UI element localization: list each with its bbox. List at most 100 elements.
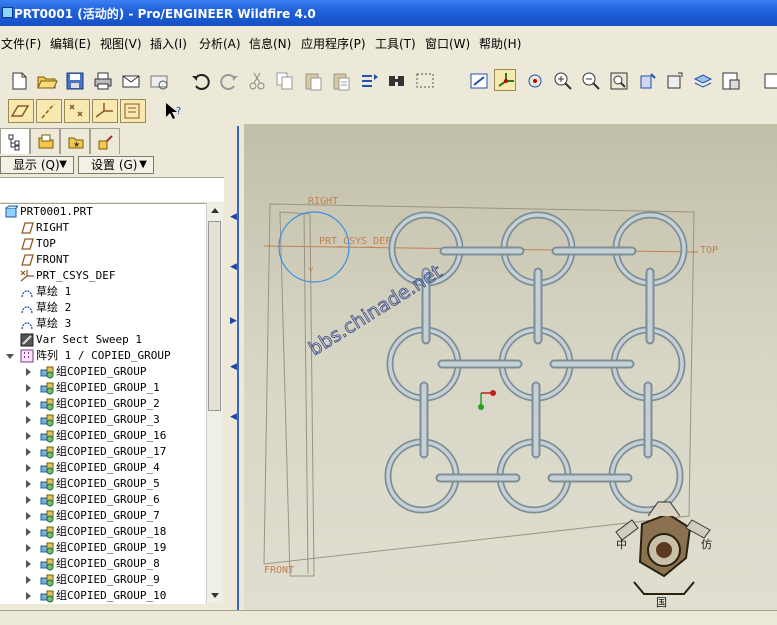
collapse-left-icon[interactable]: ◀ xyxy=(230,362,237,372)
status-bar xyxy=(0,610,777,625)
regenerate-icon[interactable] xyxy=(358,70,380,92)
paste-icon[interactable] xyxy=(302,70,324,92)
navigator-tabs: ★ xyxy=(0,126,230,154)
menu-help[interactable]: 帮助(H) xyxy=(479,35,521,52)
undo-icon[interactable] xyxy=(190,70,212,92)
graphics-window[interactable]: RIGHT PRT_CSYS_DEF TOP FRONT Y bbs.china… xyxy=(244,124,777,612)
menu-tools[interactable]: 工具(T) xyxy=(375,35,416,52)
chevron-down-icon: ▼ xyxy=(59,159,67,170)
save-icon[interactable] xyxy=(64,70,86,92)
model-tree[interactable]: PRT0001.PRT RIGHT TOP FRONT PRT_CSYS_DEF 草绘 1… xyxy=(0,203,206,604)
favorites-folder-icon: ★ xyxy=(68,137,84,149)
tree-item-label: 组COPIED_GROUP_9 xyxy=(56,573,160,586)
tree-item-label: 草绘 1 xyxy=(36,285,72,298)
coordinate-systems-toggle-icon[interactable] xyxy=(92,99,118,123)
collapse-icon[interactable] xyxy=(6,354,14,359)
expand-icon[interactable] xyxy=(26,368,31,376)
saved-views-icon[interactable] xyxy=(664,70,686,92)
expand-icon[interactable] xyxy=(26,464,31,472)
datum-plane-icon xyxy=(20,253,34,267)
tree-item-label: 组COPIED_GROUP_19 xyxy=(56,541,167,554)
settings-dropdown-button[interactable]: 设置 (G) ▼ xyxy=(78,156,154,174)
tree-item-label: 组COPIED_GROUP_18 xyxy=(56,525,167,538)
collapse-left-icon[interactable]: ◀ xyxy=(230,212,237,222)
tree-item-label: RIGHT xyxy=(36,221,70,234)
badge-char-right: 仿 xyxy=(701,538,712,551)
datum-points-toggle-icon[interactable] xyxy=(64,99,90,123)
expand-icon[interactable] xyxy=(26,496,31,504)
tab-folder-browser[interactable] xyxy=(30,128,60,154)
menu-insert[interactable]: 插入(I) xyxy=(150,35,187,52)
expand-icon[interactable] xyxy=(26,416,31,424)
scroll-down-icon[interactable] xyxy=(211,593,219,598)
context-help-icon[interactable]: ? xyxy=(162,100,184,122)
menu-analysis[interactable]: 分析(A) xyxy=(199,35,241,52)
cut-icon[interactable] xyxy=(246,70,268,92)
group-icon xyxy=(40,381,54,395)
refit-icon[interactable] xyxy=(608,70,630,92)
tree-item-label: 组COPIED_GROUP_17 xyxy=(56,445,167,458)
new-file-icon[interactable] xyxy=(8,70,30,92)
panel-splitter[interactable]: ◀ ◀ ▶ ◀ ◀ xyxy=(230,126,244,610)
expand-icon[interactable] xyxy=(26,448,31,456)
menu-file[interactable]: 文件(F) xyxy=(1,35,41,52)
badge-char-bottom: 国 xyxy=(656,596,667,609)
tab-model-tree[interactable] xyxy=(0,128,30,154)
expand-icon[interactable] xyxy=(26,432,31,440)
datum-planes-toggle-icon[interactable] xyxy=(8,99,34,123)
expand-icon[interactable] xyxy=(26,560,31,568)
group-icon xyxy=(40,429,54,443)
tree-scrollbar[interactable] xyxy=(206,203,223,603)
expand-icon[interactable] xyxy=(26,512,31,520)
orient-mode-icon[interactable] xyxy=(524,70,546,92)
send-mail-icon[interactable] xyxy=(120,70,142,92)
menu-window[interactable]: 窗口(W) xyxy=(425,35,470,52)
show-dropdown-button[interactable]: 显示 (Q) ▼ xyxy=(0,156,74,174)
expand-icon[interactable] xyxy=(26,544,31,552)
tree-item-label: 组COPIED_GROUP xyxy=(56,365,147,378)
annotations-toggle-icon[interactable] xyxy=(120,99,146,123)
layers-icon[interactable] xyxy=(692,70,714,92)
menu-edit[interactable]: 编辑(E) xyxy=(50,35,91,52)
expand-icon[interactable] xyxy=(26,480,31,488)
expand-icon[interactable] xyxy=(26,576,31,584)
zoom-out-icon[interactable] xyxy=(580,70,602,92)
menu-view[interactable]: 视图(V) xyxy=(100,35,142,52)
zoom-in-icon[interactable] xyxy=(552,70,574,92)
collapse-left-icon[interactable]: ◀ xyxy=(230,262,237,272)
reorient-icon[interactable] xyxy=(636,70,658,92)
menu-info[interactable]: 信息(N) xyxy=(249,35,291,52)
datum-plane-icon xyxy=(20,237,34,251)
redo-icon[interactable] xyxy=(218,70,240,92)
repaint-icon[interactable] xyxy=(468,70,490,92)
collapse-left-icon[interactable]: ◀ xyxy=(230,412,237,422)
datum-axes-toggle-icon[interactable] xyxy=(36,99,62,123)
menu-applications[interactable]: 应用程序(P) xyxy=(301,35,366,52)
expand-icon[interactable] xyxy=(26,384,31,392)
group-icon xyxy=(40,365,54,379)
appearance-icon[interactable] xyxy=(762,70,777,92)
sketch-icon xyxy=(20,317,34,331)
tab-favorites[interactable]: ★ xyxy=(60,128,90,154)
sketch-icon xyxy=(20,301,34,315)
open-folder-icon[interactable] xyxy=(36,70,58,92)
send-link-icon[interactable] xyxy=(148,70,170,92)
scroll-up-icon[interactable] xyxy=(211,208,219,213)
expand-icon[interactable] xyxy=(26,528,31,536)
print-icon[interactable] xyxy=(92,70,114,92)
paste-special-icon[interactable] xyxy=(330,70,352,92)
view-manager-icon[interactable] xyxy=(720,70,742,92)
copy-icon[interactable] xyxy=(274,70,296,92)
scroll-thumb[interactable] xyxy=(208,221,221,411)
find-icon[interactable] xyxy=(386,70,408,92)
group-icon xyxy=(40,493,54,507)
group-icon xyxy=(40,589,54,603)
group-icon xyxy=(40,541,54,555)
group-icon xyxy=(40,461,54,475)
spin-center-icon[interactable] xyxy=(494,69,516,91)
expand-icon[interactable] xyxy=(26,592,31,600)
expand-icon[interactable] xyxy=(26,400,31,408)
expand-right-icon[interactable]: ▶ xyxy=(230,316,237,326)
tab-connections[interactable] xyxy=(90,128,120,154)
select-box-icon[interactable] xyxy=(414,70,436,92)
